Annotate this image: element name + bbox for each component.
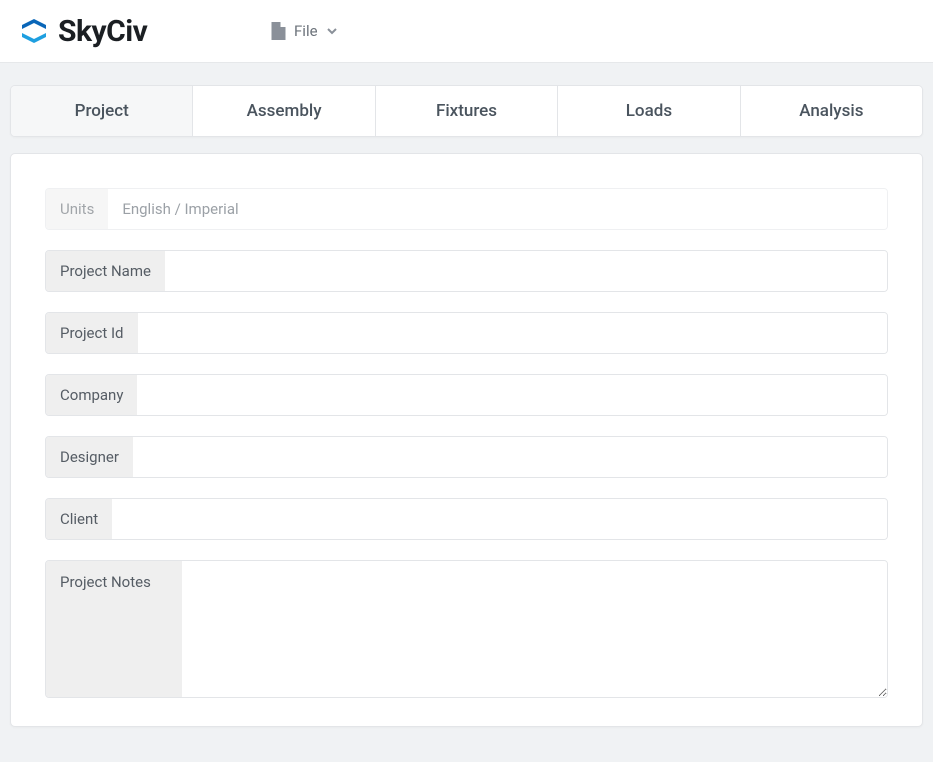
designer-label: Designer [46, 437, 133, 477]
project-notes-input[interactable] [182, 561, 887, 697]
company-label: Company [46, 375, 137, 415]
project-name-input[interactable] [165, 251, 887, 291]
tab-label: Fixtures [436, 101, 497, 121]
project-notes-label: Project Notes [46, 561, 182, 697]
units-label: Units [46, 189, 108, 229]
chevron-down-icon [326, 25, 338, 37]
tab-fixtures[interactable]: Fixtures [376, 86, 558, 136]
tab-assembly[interactable]: Assembly [193, 86, 375, 136]
project-id-input[interactable] [138, 313, 887, 353]
designer-row: Designer [45, 436, 888, 478]
client-input[interactable] [112, 499, 887, 539]
tab-loads[interactable]: Loads [558, 86, 740, 136]
project-id-label: Project Id [46, 313, 138, 353]
tab-row: Project Assembly Fixtures Loads Analysis [10, 85, 923, 137]
file-icon [271, 22, 286, 40]
project-name-row: Project Name [45, 250, 888, 292]
tab-project[interactable]: Project [11, 86, 193, 136]
tab-label: Analysis [799, 101, 863, 121]
logo: SkyCiv [18, 14, 263, 49]
project-panel: Units Project Name Project Id Company De… [10, 153, 923, 727]
units-input [108, 189, 887, 229]
app-header: SkyCiv File [0, 0, 933, 63]
tab-analysis[interactable]: Analysis [741, 86, 922, 136]
file-menu[interactable]: File [263, 16, 346, 46]
brand-icon [18, 16, 50, 46]
client-row: Client [45, 498, 888, 540]
designer-input[interactable] [133, 437, 887, 477]
company-row: Company [45, 374, 888, 416]
project-name-label: Project Name [46, 251, 165, 291]
tab-label: Assembly [247, 101, 322, 121]
page-body: Project Assembly Fixtures Loads Analysis… [0, 63, 933, 737]
tab-label: Project [75, 101, 129, 121]
brand-name: SkyCiv [58, 14, 147, 49]
project-notes-row: Project Notes [45, 560, 888, 698]
tab-label: Loads [626, 101, 672, 121]
project-id-row: Project Id [45, 312, 888, 354]
client-label: Client [46, 499, 112, 539]
company-input[interactable] [137, 375, 887, 415]
units-row: Units [45, 188, 888, 230]
file-menu-label: File [294, 22, 318, 40]
